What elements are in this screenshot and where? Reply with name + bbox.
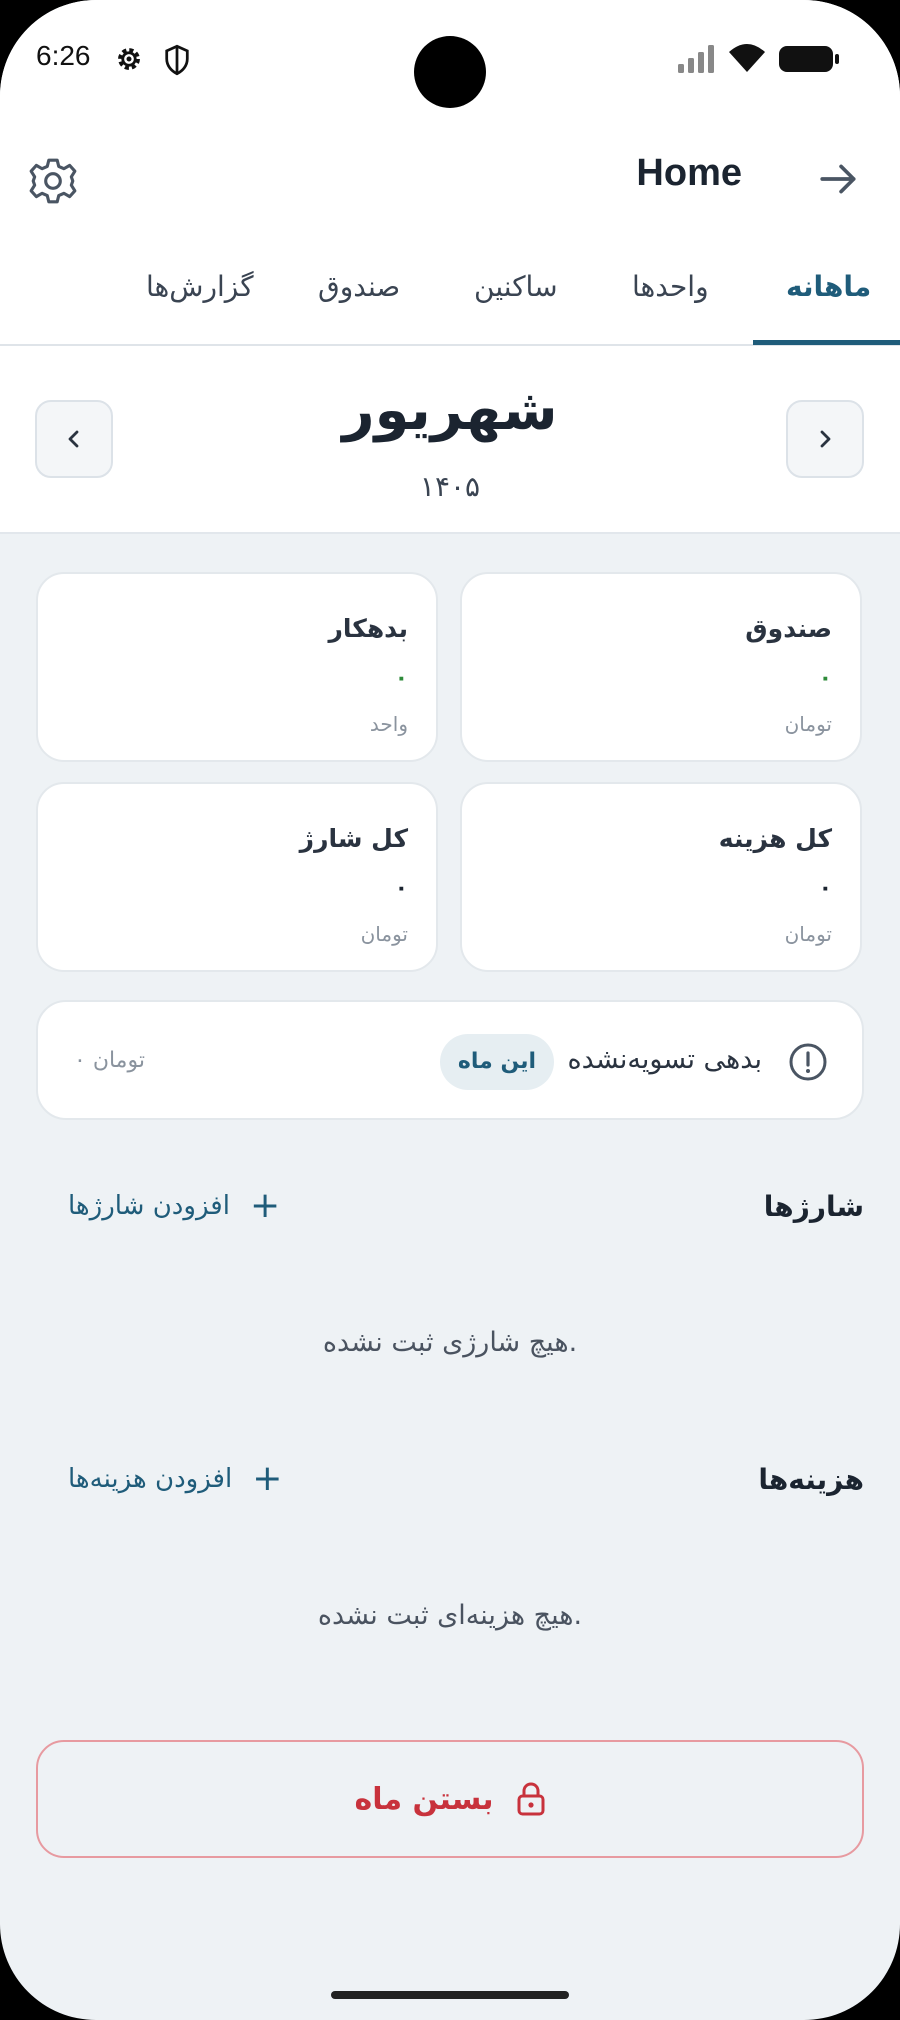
card-value: ۰ xyxy=(394,666,408,691)
add-expenses-button[interactable]: افزودن هزینه‌ها + xyxy=(68,1461,282,1497)
divider xyxy=(0,532,900,534)
status-settings-icon xyxy=(118,48,140,70)
tab-fund[interactable]: صندوق xyxy=(318,270,400,303)
close-month-button[interactable]: بستن ماه xyxy=(36,1740,864,1858)
tab-bar: ماهانه واحدها ساکنین صندوق گزارش‌ها xyxy=(0,250,900,346)
chevron-right-icon xyxy=(820,430,831,448)
tab-residents[interactable]: ساکنین xyxy=(474,270,558,303)
status-shield-icon xyxy=(165,44,189,76)
tab-monthly[interactable]: ماهانه xyxy=(786,270,871,303)
card-unit: تومان xyxy=(784,922,832,946)
active-tab-indicator xyxy=(753,340,900,345)
charges-section-title: شارژها xyxy=(763,1190,864,1223)
period-badge: این ماه xyxy=(440,1034,554,1090)
settings-gear-icon[interactable] xyxy=(28,156,78,206)
add-charges-button[interactable]: افزودن شارژها + xyxy=(68,1188,280,1224)
card-title: کل هزینه xyxy=(718,824,832,853)
expenses-empty-message: هیچ هزینه‌ای ثبت نشده. xyxy=(317,1600,583,1631)
card-title: بدهکار xyxy=(328,614,408,643)
battery-icon xyxy=(779,46,839,72)
card-value: ۰ xyxy=(394,876,408,901)
charges-empty-message: هیچ شارژی ثبت نشده. xyxy=(322,1327,578,1358)
card-unit: تومان xyxy=(784,712,832,736)
card-title: کل شارژ xyxy=(299,824,408,853)
next-month-button[interactable] xyxy=(786,400,864,478)
card-unit: تومان xyxy=(360,922,408,946)
debtor-card: بدهکار ۰ واحد xyxy=(36,572,438,762)
debt-amount: ۰ تومان xyxy=(74,1048,145,1073)
total-expense-card: کل هزینه ۰ تومان xyxy=(460,782,862,972)
plus-icon: + xyxy=(249,1185,281,1226)
debt-label: بدهی تسویه‌نشده xyxy=(567,1044,762,1075)
back-arrow-icon[interactable] xyxy=(818,158,860,200)
cellular-signal-icon xyxy=(678,45,714,73)
plus-icon: + xyxy=(252,1458,283,1499)
add-charges-label: افزودن شارژها xyxy=(68,1191,230,1221)
unsettled-debt-row[interactable]: بدهی تسویه‌نشده این ماه ۰ تومان xyxy=(36,1000,864,1120)
previous-month-button[interactable] xyxy=(35,400,113,478)
status-time: 6:26 xyxy=(36,40,91,71)
month-year: ۱۴۰۵ xyxy=(419,470,481,503)
card-value: ۰ xyxy=(818,876,832,901)
expenses-section-title: هزینه‌ها xyxy=(758,1463,864,1496)
alert-circle-icon xyxy=(789,1043,827,1081)
tab-units[interactable]: واحدها xyxy=(632,270,709,303)
month-name: شهریور xyxy=(342,378,558,443)
app-screen: 6:26 Home ماهانه واحدها ساکنین صندوق گزا… xyxy=(0,0,900,2020)
home-indicator[interactable] xyxy=(331,1991,569,1999)
wifi-icon xyxy=(729,44,765,72)
fund-card: صندوق ۰ تومان xyxy=(460,572,862,762)
chevron-left-icon xyxy=(68,430,79,448)
lock-icon xyxy=(517,1782,545,1816)
card-unit: واحد xyxy=(369,712,408,736)
card-title: صندوق xyxy=(745,614,832,643)
page-title: Home xyxy=(636,152,742,194)
total-charge-card: کل شارژ ۰ تومان xyxy=(36,782,438,972)
close-month-label: بستن ماه xyxy=(354,1781,494,1817)
camera-cutout xyxy=(414,36,486,108)
add-expenses-label: افزودن هزینه‌ها xyxy=(68,1464,233,1494)
tab-reports[interactable]: گزارش‌ها xyxy=(146,270,254,303)
card-value: ۰ xyxy=(818,666,832,691)
